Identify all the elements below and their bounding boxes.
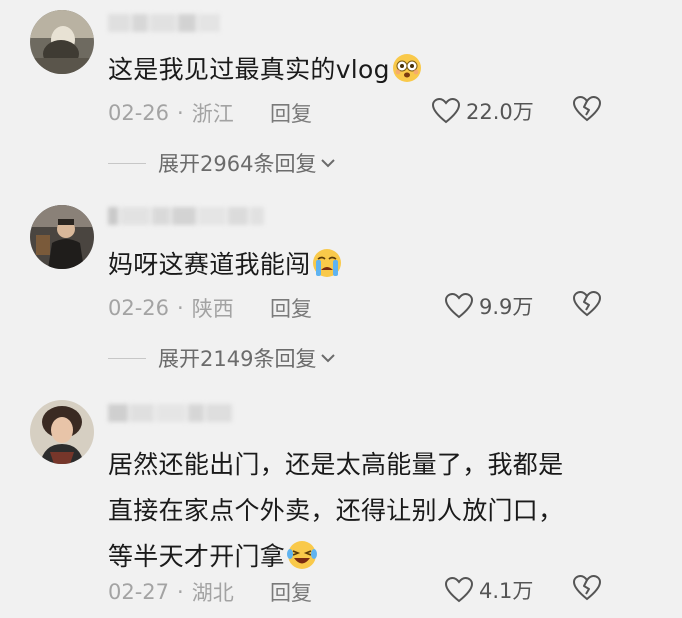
reply-button[interactable]: 回复 xyxy=(270,98,312,128)
comment-location: 浙江 xyxy=(191,102,234,126)
divider xyxy=(108,357,146,359)
username-redacted xyxy=(108,14,222,36)
comment-text-line: 直接在家点个外卖，还得让别人放门口， xyxy=(108,496,564,525)
flushed-face-emoji xyxy=(392,53,422,83)
comment-location: 陕西 xyxy=(191,297,234,321)
heart-icon xyxy=(445,293,473,319)
like-count: 9.9万 xyxy=(479,295,534,319)
like-count: 4.1万 xyxy=(479,579,534,603)
dislike-button[interactable] xyxy=(573,575,601,601)
comment-text: 妈呀这赛道我能闯 xyxy=(108,247,342,283)
comment-date: 02-26 xyxy=(108,296,170,320)
expand-replies-button[interactable]: 展开2964条回复 xyxy=(108,148,336,178)
avatar[interactable] xyxy=(30,205,94,269)
separator: · xyxy=(177,101,184,125)
comment-item: 居然还能出门，还是太高能量了，我都是 直接在家点个外卖，还得让别人放门口， 等半… xyxy=(0,392,682,618)
like-button[interactable]: 22.0万 xyxy=(432,96,534,126)
username-redacted xyxy=(108,207,266,229)
laughing-tears-face-emoji xyxy=(287,539,318,569)
broken-heart-icon xyxy=(573,575,601,601)
avatar[interactable] xyxy=(30,400,94,464)
loudly-crying-face-emoji xyxy=(312,248,342,278)
expand-replies-button[interactable]: 展开2149条回复 xyxy=(108,343,336,373)
broken-heart-icon xyxy=(573,291,601,317)
comment-date: 02-27 xyxy=(108,580,170,604)
divider xyxy=(108,162,146,164)
comment-meta: 02-26 · 陕西 xyxy=(108,293,234,323)
reply-button[interactable]: 回复 xyxy=(270,577,312,607)
broken-heart-icon xyxy=(573,96,601,122)
avatar[interactable] xyxy=(30,10,94,74)
comment-item: 妈呀这赛道我能闯 02-26 · 陕西 回复 9.9万 展开2149条回复 xyxy=(0,195,682,385)
comment-text: 居然还能出门，还是太高能量了，我都是 直接在家点个外卖，还得让别人放门口， 等半… xyxy=(108,442,563,580)
heart-icon xyxy=(445,577,473,603)
comment-meta: 02-26 · 浙江 xyxy=(108,98,234,128)
dislike-button[interactable] xyxy=(573,291,601,317)
comment-item: 这是我见过最真实的vlog 02-26 · 浙江 回复 22.0万 展开2964… xyxy=(0,0,682,190)
reply-button[interactable]: 回复 xyxy=(270,293,312,323)
chevron-down-icon xyxy=(321,354,336,363)
dislike-button[interactable] xyxy=(573,96,601,122)
chevron-down-icon xyxy=(321,159,336,168)
like-count: 22.0万 xyxy=(466,100,534,124)
expand-replies-label: 展开2964条回复 xyxy=(158,152,317,176)
comment-date: 02-26 xyxy=(108,101,170,125)
like-button[interactable]: 4.1万 xyxy=(445,575,533,605)
separator: · xyxy=(177,296,184,320)
username-redacted xyxy=(108,404,234,426)
comment-text-line: 居然还能出门，还是太高能量了，我都是 xyxy=(108,450,564,479)
comment-text: 这是我见过最真实的vlog xyxy=(108,52,422,88)
like-button[interactable]: 9.9万 xyxy=(445,291,533,321)
separator: · xyxy=(177,580,184,604)
comment-meta: 02-27 · 湖北 xyxy=(108,577,234,607)
comment-location: 湖北 xyxy=(191,581,234,605)
expand-replies-label: 展开2149条回复 xyxy=(158,347,317,371)
heart-icon xyxy=(432,98,460,124)
